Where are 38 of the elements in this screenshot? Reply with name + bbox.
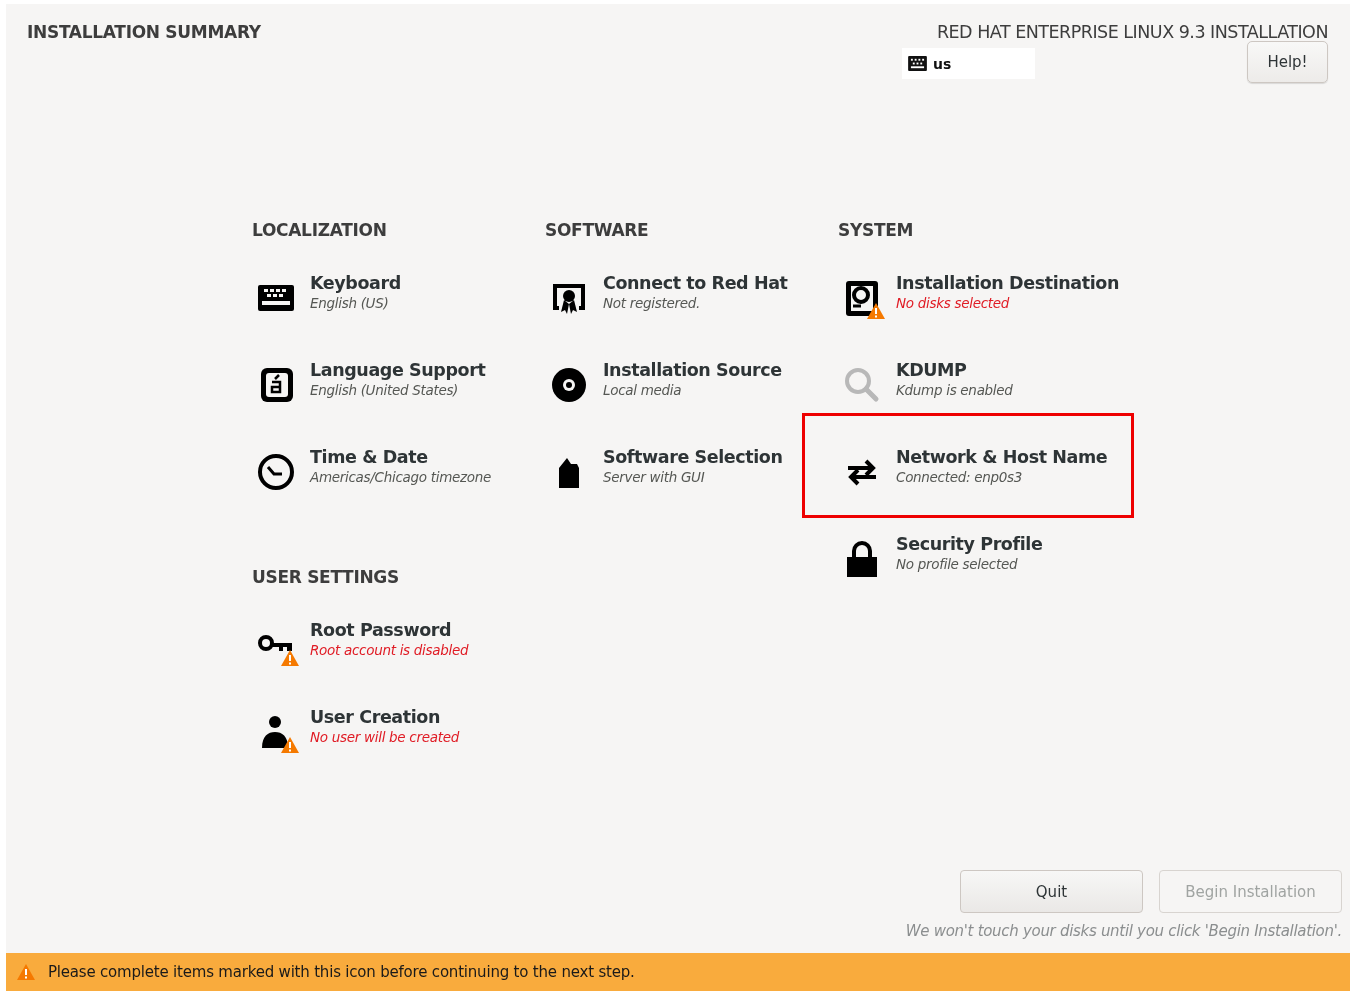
warning-icon (16, 963, 36, 981)
keyboard-icon (908, 56, 927, 71)
spoke-status: Kdump is enabled (896, 382, 1013, 398)
spoke-link[interactable]: Software Selection (603, 447, 783, 467)
product-title: RED HAT ENTERPRISE LINUX 9.3 INSTALLATION (935, 22, 1328, 42)
section-heading: LOCALIZATION (252, 220, 388, 242)
help-button[interactable]: Help! (1247, 41, 1328, 83)
spoke-status: Connected: enp0s3 (896, 469, 1024, 485)
section-heading: SYSTEM (838, 220, 915, 242)
spoke-status: No user will be created (310, 729, 459, 745)
quit-button[interactable]: Quit (960, 870, 1143, 913)
spoke-status: Not registered. (603, 295, 701, 311)
spoke-status: Local media (603, 382, 683, 398)
spoke-status: English (United States) (310, 382, 460, 398)
page-title: INSTALLATION SUMMARY (27, 22, 261, 44)
spoke-status: No disks selected (896, 295, 1011, 311)
spoke-link[interactable]: KDUMP (896, 360, 1013, 380)
spoke-link[interactable]: Security Profile (896, 534, 1043, 554)
spoke-link[interactable]: User Creation (310, 707, 459, 727)
layout-label: us (933, 55, 952, 72)
spoke-link[interactable]: Keyboard (310, 273, 401, 293)
spoke-link[interactable]: Time & Date (310, 447, 492, 467)
keyboard-layout-indicator[interactable]: us (902, 48, 1035, 79)
spoke-link[interactable]: Installation Destination (896, 273, 1119, 293)
section-heading: USER SETTINGS (252, 567, 400, 589)
spoke-link[interactable]: Root Password (310, 620, 469, 640)
section-heading: SOFTWARE (545, 220, 650, 242)
spoke-link[interactable]: Connect to Red Hat (603, 273, 788, 293)
spoke-status: Root account is disabled (310, 642, 469, 658)
spoke-link[interactable]: Language Support (310, 360, 486, 380)
spoke-link[interactable]: Network & Host Name (896, 447, 1108, 467)
spoke-status: Americas/Chicago timezone (310, 469, 492, 485)
spoke-status: English (US) (310, 295, 390, 311)
warning-message: Please complete items marked with this icon before continuing to the next step. (48, 963, 635, 981)
spoke-link[interactable]: Installation Source (603, 360, 782, 380)
spoke-status: No profile selected (896, 556, 1019, 572)
footer-note: We won't touch your disks until you click 'Begin Installation'. (905, 922, 1342, 940)
spoke-status: Server with GUI (603, 469, 706, 485)
